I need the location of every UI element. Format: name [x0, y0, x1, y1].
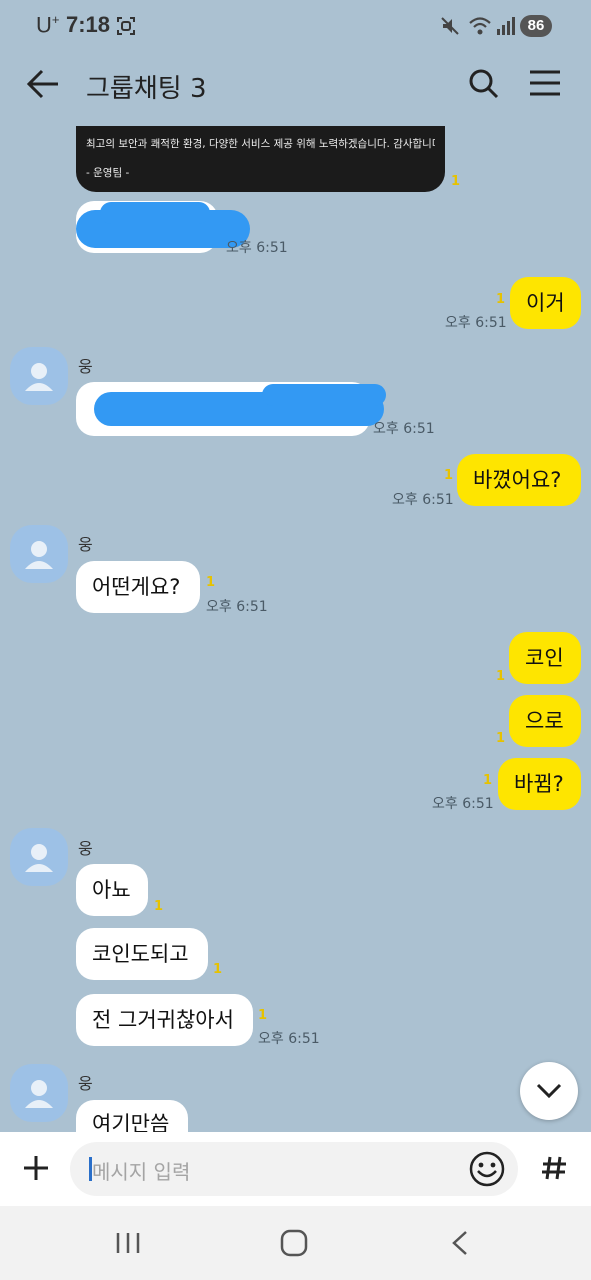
back-icon	[452, 1231, 467, 1255]
signal-icon	[497, 17, 515, 35]
back-button[interactable]	[24, 64, 64, 104]
message-time: 오후 6:51	[226, 240, 288, 256]
notice-signature: - 운영팀 -	[86, 167, 130, 179]
message-time: 오후 6:51	[373, 421, 435, 437]
sender-name: 웅	[78, 1074, 93, 1093]
avatar[interactable]	[10, 347, 68, 405]
unread-count: 1	[206, 575, 216, 590]
unread-count: 1	[496, 669, 506, 684]
sender-name: 웅	[78, 839, 93, 858]
wifi-icon	[469, 17, 491, 35]
redaction-scribble	[262, 384, 386, 406]
hashtag-search-button[interactable]	[532, 1146, 576, 1190]
sender-name: 웅	[78, 535, 93, 554]
emoticon-icon	[469, 1151, 505, 1187]
message-time: 오후 6:51	[392, 492, 454, 508]
hashtag-icon	[542, 1156, 566, 1180]
sender-name: 웅	[78, 357, 93, 376]
unread-count: 1	[496, 292, 506, 307]
carrier-label: U+	[36, 12, 60, 38]
avatar[interactable]	[10, 525, 68, 583]
unread-count: 1	[496, 731, 506, 746]
user-silhouette-icon	[25, 844, 53, 872]
message-bubble[interactable]: 코인	[509, 632, 581, 684]
message-bubble[interactable]: 아뇨	[76, 864, 148, 916]
status-clock: 7:18	[66, 12, 111, 37]
message-input-placeholder: 메시지 입력	[92, 1160, 191, 1184]
notice-text: 최고의 보안과 쾌적한 환경, 다양한 서비스 제공 위해 노력하겠습니다. 감…	[86, 138, 435, 150]
redaction-scribble	[100, 202, 210, 224]
message-bubble[interactable]: 코인도되고	[76, 928, 208, 980]
avatar[interactable]	[10, 828, 68, 886]
notice-message[interactable]: 최고의 보안과 쾌적한 환경, 다양한 서비스 제공 위해 노력하겠습니다. 감…	[76, 126, 445, 192]
unread-count: 1	[483, 773, 493, 788]
status-bar: U+ 7:18 86	[0, 0, 591, 52]
back-nav-button[interactable]	[444, 1228, 476, 1258]
home-button[interactable]	[278, 1228, 310, 1258]
message-time: 오후 6:51	[432, 796, 494, 812]
message-bubble[interactable]: 이거	[510, 277, 581, 329]
recent-apps-icon	[116, 1233, 140, 1253]
user-silhouette-icon	[25, 1080, 53, 1108]
avatar[interactable]	[10, 1064, 68, 1122]
menu-button[interactable]	[526, 68, 564, 100]
unread-count: 1	[258, 1008, 268, 1023]
plus-icon	[24, 1156, 48, 1180]
message-bubble[interactable]: 전 그거귀찮아서	[76, 994, 253, 1046]
unread-count: 1	[213, 962, 223, 977]
recent-apps-button[interactable]	[112, 1228, 144, 1258]
back-arrow-icon	[26, 69, 58, 99]
message-time: 오후 6:51	[258, 1031, 320, 1047]
unread-count: 1	[451, 174, 461, 189]
battery-indicator: 86	[520, 15, 552, 37]
unread-count: 1	[444, 468, 454, 483]
message-time: 오후 6:51	[445, 315, 507, 331]
chevron-down-icon	[536, 1083, 562, 1099]
screen-capture-icon	[117, 17, 135, 35]
menu-icon	[530, 70, 560, 96]
user-silhouette-icon	[25, 363, 53, 391]
search-icon	[469, 69, 499, 99]
message-bubble[interactable]: 바꼈어요?	[457, 454, 581, 506]
unread-count: 1	[154, 899, 164, 914]
user-silhouette-icon	[25, 541, 53, 569]
message-time: 오후 6:51	[206, 599, 268, 615]
emoji-button[interactable]	[468, 1150, 506, 1188]
message-bubble[interactable]: 으로	[509, 695, 581, 747]
mute-icon	[441, 17, 459, 35]
message-bubble[interactable]: 어떤게요?	[76, 561, 200, 613]
chat-room-title: 그룹채팅 3	[86, 74, 207, 104]
search-button[interactable]	[466, 66, 502, 102]
scroll-to-bottom-button[interactable]	[520, 1062, 578, 1120]
home-icon	[280, 1229, 308, 1257]
attach-button[interactable]	[14, 1146, 58, 1190]
message-bubble[interactable]: 바뀜?	[498, 758, 581, 810]
